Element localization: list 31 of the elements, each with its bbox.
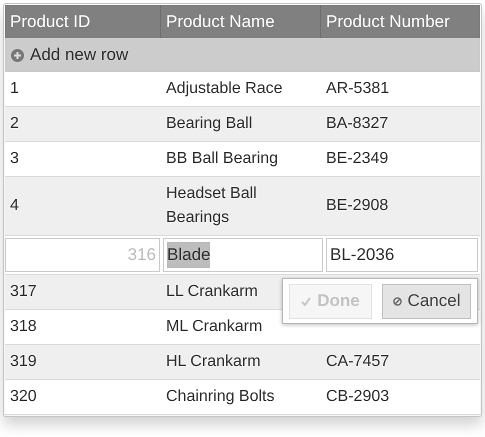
- table-cell-text: 319: [10, 352, 37, 372]
- table-cell-text: BE-2908: [326, 196, 388, 216]
- table-cell-text: 1: [10, 79, 19, 99]
- table-cell-text: Bearing Ball: [166, 114, 254, 134]
- add-row-label: Add new row: [30, 44, 128, 66]
- prohibited-icon: [392, 296, 402, 306]
- name-field[interactable]: Blade: [163, 238, 323, 272]
- table-cell-text: BB Ball Bearing: [166, 149, 280, 169]
- table-cell-text: Adjustable Race: [166, 79, 284, 99]
- table-cell-text: 3: [10, 149, 19, 169]
- table-cell-text: BE-2349: [326, 149, 388, 169]
- table-cell-text: Chainring Bolts: [166, 387, 276, 407]
- table-cell-text: 320: [10, 387, 37, 407]
- table-cell-text: BA-8327: [326, 114, 388, 134]
- checkmark-icon: [301, 296, 312, 306]
- table-cell-text: AR-5381: [326, 79, 390, 99]
- column-header[interactable]: Product ID: [5, 5, 160, 38]
- table-cell-text: 317: [10, 282, 37, 302]
- number-field[interactable]: BL-2036: [326, 238, 478, 272]
- table-cell-text: LL Crankarm: [166, 282, 259, 302]
- table-cell-text: 2: [10, 114, 19, 134]
- table-cell-text: HL Crankarm: [166, 352, 262, 372]
- table-cell-text: CA-7457: [326, 352, 390, 372]
- table-cell-text: 4: [10, 196, 19, 216]
- plus-icon: [11, 48, 24, 62]
- cancel-button[interactable]: Cancel: [382, 284, 471, 318]
- table-cell-text: ML Crankarm: [166, 317, 264, 337]
- add-row-bar[interactable]: Add new row: [5, 38, 480, 72]
- table-cell-text: 318: [10, 317, 37, 337]
- table-cell-text: CB-2903: [326, 387, 390, 407]
- table-cell-text: Headset Ball Bearings: [166, 184, 258, 228]
